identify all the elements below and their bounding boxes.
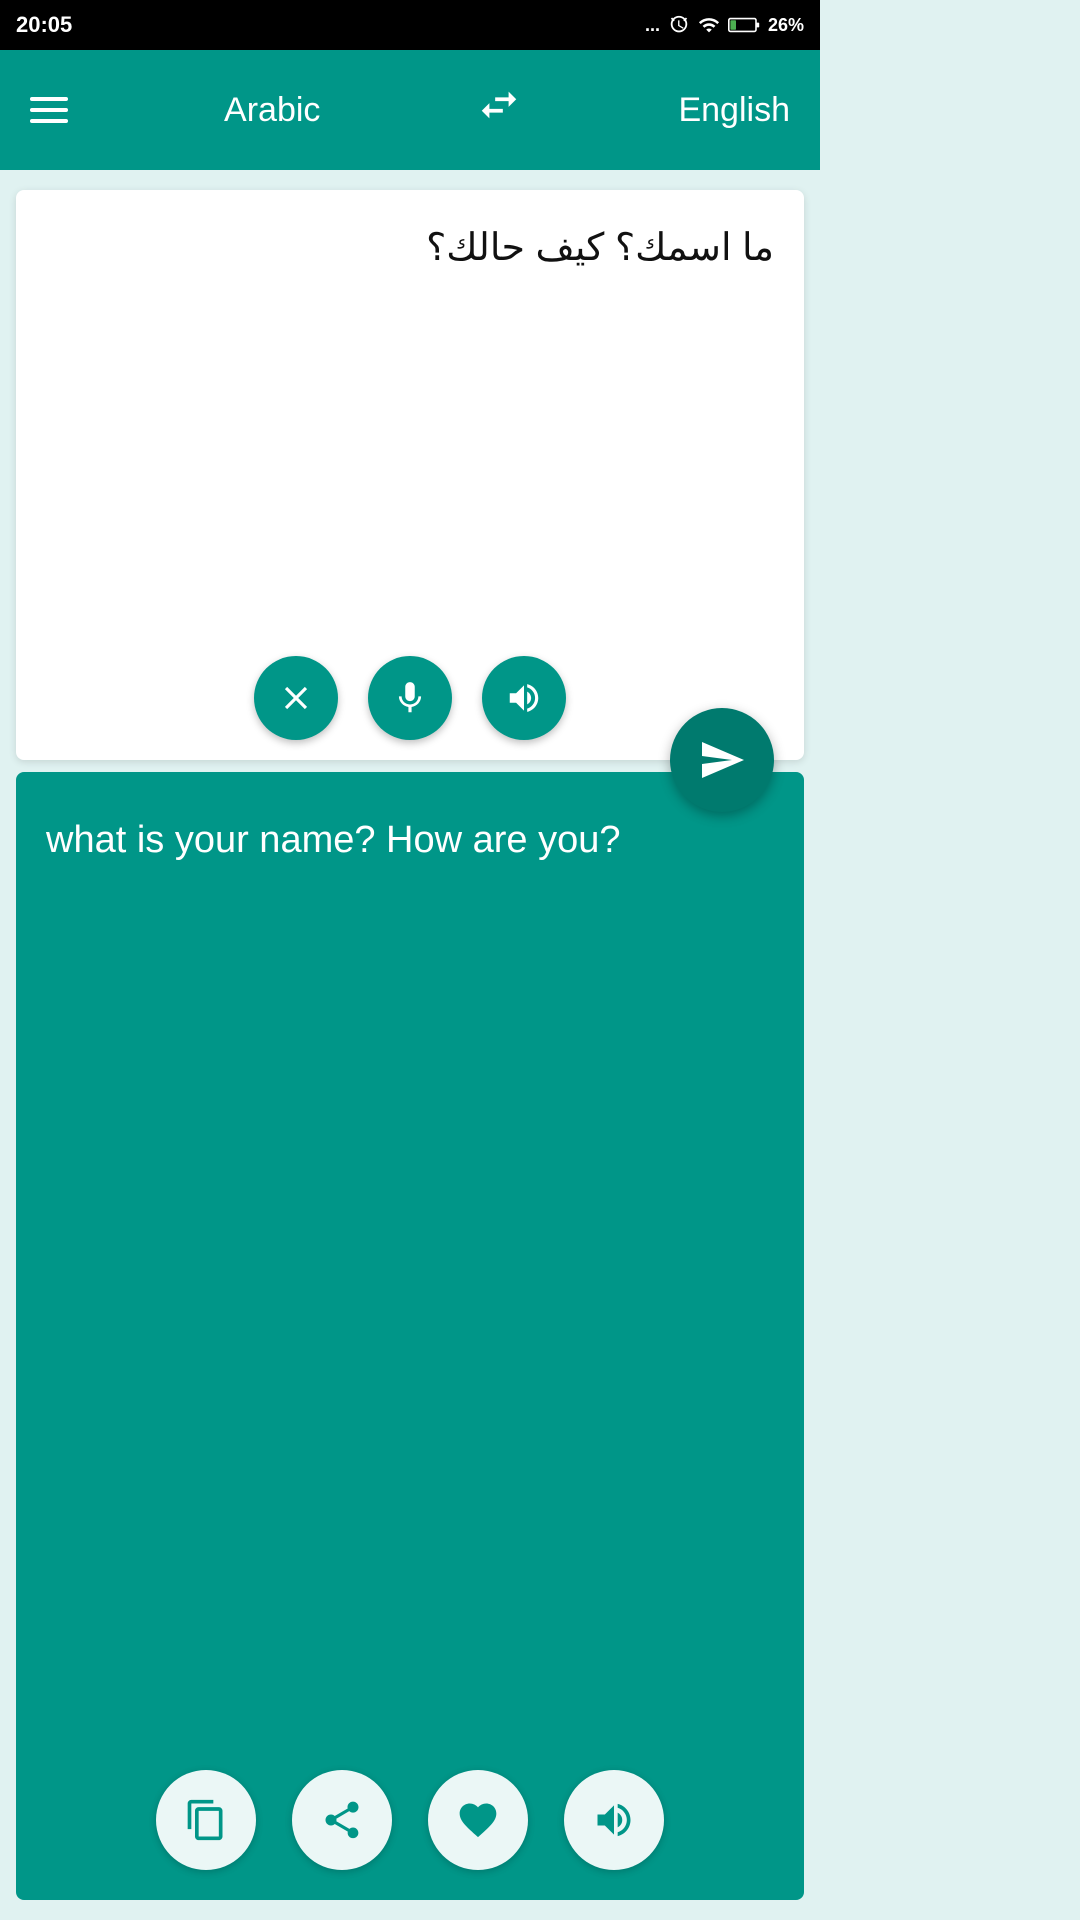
target-language-label[interactable]: English [678, 91, 790, 130]
copy-icon [184, 1798, 228, 1842]
alarm-icon [668, 14, 690, 36]
battery-pct: 26% [768, 15, 804, 36]
translation-panels: ما اسمك؟ كيف حالك؟ [0, 170, 820, 1900]
output-controls [46, 1770, 774, 1870]
battery-icon [728, 14, 760, 36]
speaker-button-source[interactable] [482, 656, 566, 740]
header: Arabic English [0, 50, 820, 170]
status-bar: 20:05 ... 26% [0, 0, 820, 50]
share-icon [320, 1798, 364, 1842]
speaker-button-output[interactable] [564, 1770, 664, 1870]
swap-icon [476, 82, 522, 128]
share-button[interactable] [292, 1770, 392, 1870]
status-dots: ... [645, 15, 660, 36]
main-content: ما اسمك؟ كيف حالك؟ [0, 170, 820, 1920]
volume-icon-output [592, 1798, 636, 1842]
mic-button[interactable] [368, 656, 452, 740]
signal-icon [698, 14, 720, 36]
send-icon [698, 736, 746, 784]
source-input-panel: ما اسمك؟ كيف حالك؟ [16, 190, 804, 760]
source-language-label[interactable]: Arabic [224, 91, 320, 130]
clear-button[interactable] [254, 656, 338, 740]
heart-icon [456, 1798, 500, 1842]
x-icon [277, 679, 315, 717]
translated-text-display: what is your name? How are you? [46, 812, 774, 1740]
swap-languages-button[interactable] [476, 82, 522, 138]
input-wrapper: ما اسمك؟ كيف حالك؟ [0, 170, 820, 760]
copy-button[interactable] [156, 1770, 256, 1870]
status-icons: ... 26% [645, 14, 804, 36]
mic-icon [391, 679, 429, 717]
favorite-button[interactable] [428, 1770, 528, 1870]
menu-button[interactable] [30, 97, 68, 123]
source-text-display[interactable]: ما اسمك؟ كيف حالك؟ [46, 220, 774, 616]
input-controls [46, 636, 774, 740]
volume-icon [505, 679, 543, 717]
status-time: 20:05 [16, 12, 72, 38]
translate-button[interactable] [670, 708, 774, 812]
output-panel: what is your name? How are you? [16, 772, 804, 1900]
